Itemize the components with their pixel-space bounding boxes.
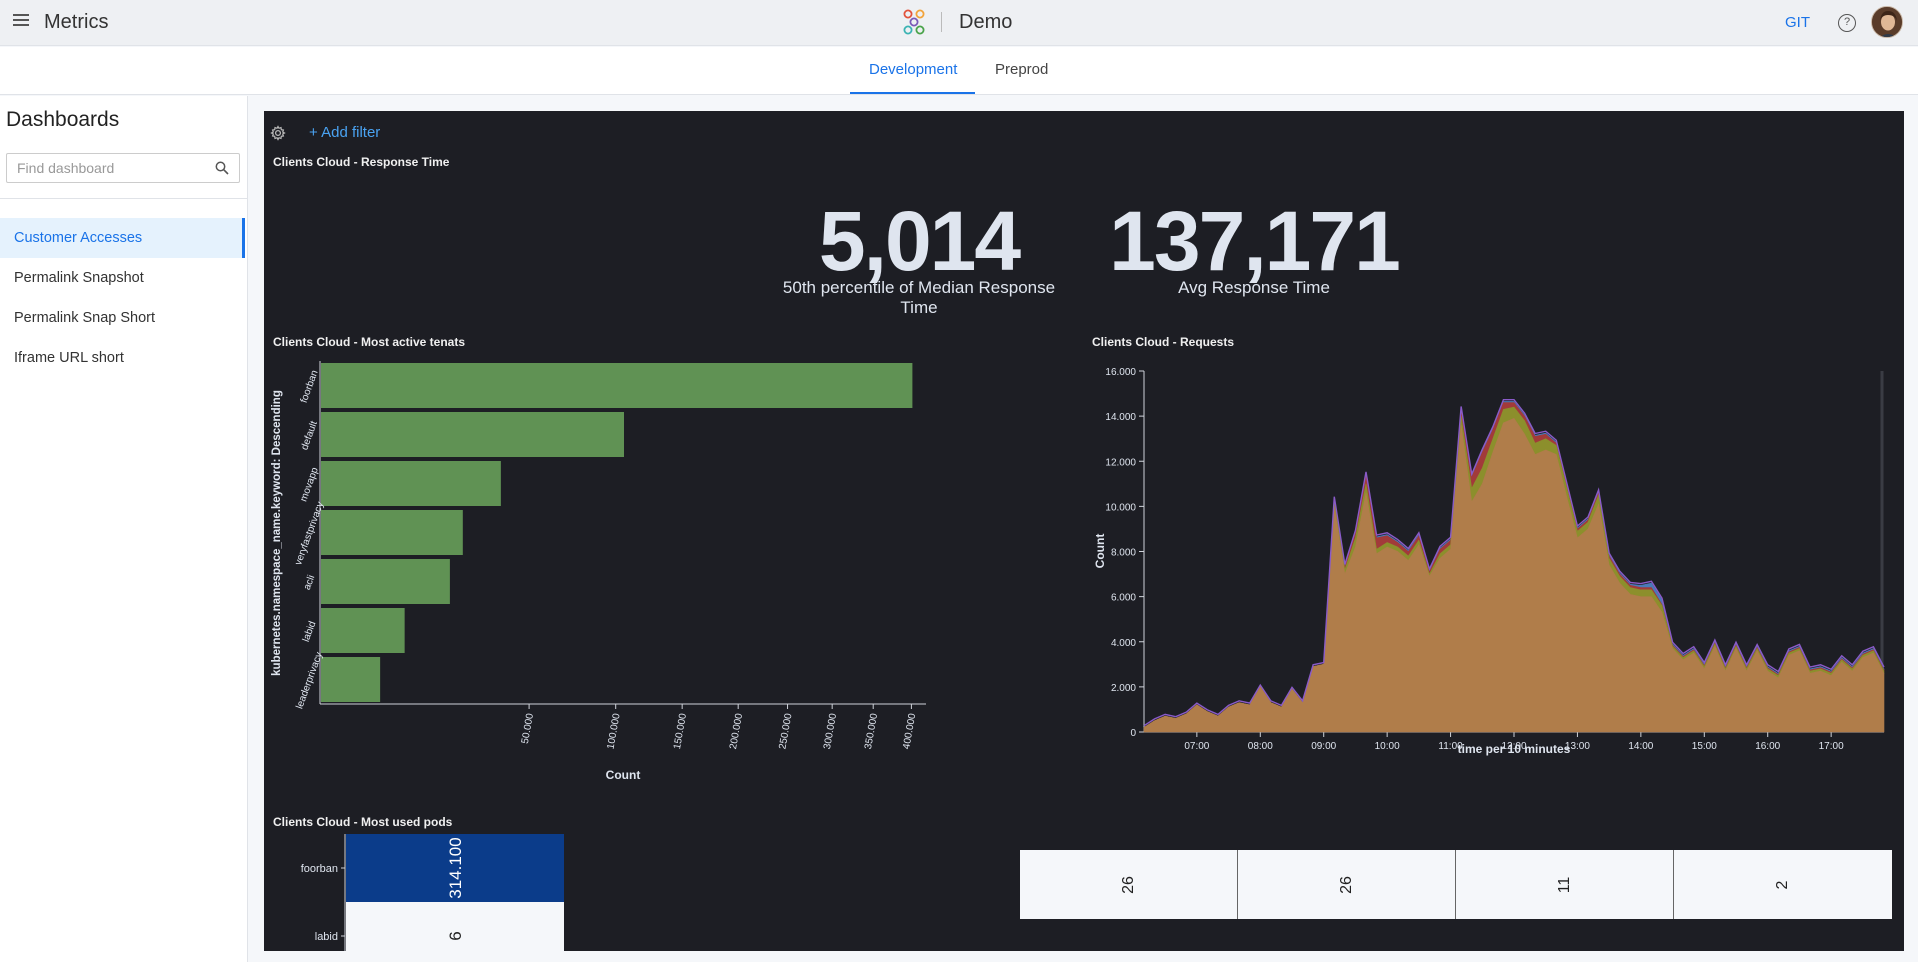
y-tick-label: 0: [1130, 728, 1136, 739]
tenant-bar: [321, 559, 450, 604]
y-tick-label: 6.000: [1111, 593, 1136, 604]
sidebar-title: Dashboards: [6, 108, 120, 131]
dashboards-sidebar: Dashboards Customer Accesses Permalink S…: [0, 96, 248, 962]
pods-table-cell: 2: [1674, 850, 1892, 919]
requests-title: Clients Cloud - Requests: [1092, 335, 1235, 349]
gear-icon[interactable]: [270, 125, 286, 141]
median-response-label: 50th percentile of Median Response Time: [782, 278, 1056, 317]
x-tick-label: 150.000: [672, 712, 689, 750]
x-tick-label: 10:00: [1375, 741, 1400, 752]
app-title[interactable]: Metrics: [44, 11, 108, 34]
app-logo-icon: [903, 9, 925, 35]
title-separator: [941, 12, 942, 32]
x-tick-label: 100.000: [606, 712, 623, 750]
y-tick-label: 10.000: [1105, 502, 1136, 513]
tab-preprod[interactable]: Preprod: [995, 61, 1048, 78]
sidebar-item-iframe-url-short[interactable]: Iframe URL short: [0, 338, 245, 378]
dashboard-search-input[interactable]: [7, 154, 207, 182]
sidebar-item-permalink-snapshot[interactable]: Permalink Snapshot: [0, 258, 245, 298]
y-tick-label: movapp: [298, 466, 321, 504]
top-header: Metrics Demo GIT ?: [0, 0, 1918, 46]
pods-title: Clients Cloud - Most used pods: [273, 815, 453, 829]
x-tick-label: 16:00: [1755, 741, 1780, 752]
avg-response-value: 137,171: [1109, 194, 1401, 288]
x-tick-label: 250.000: [777, 712, 794, 750]
dashboard-search: [6, 153, 240, 183]
git-link[interactable]: GIT: [1785, 14, 1810, 31]
y-tick-label: foorban: [299, 369, 321, 405]
pods-table-value: 2: [1774, 880, 1791, 889]
tenant-bar: [321, 510, 463, 555]
tenant-bar: [321, 412, 624, 457]
add-filter-button[interactable]: + Add filter: [309, 124, 380, 141]
x-axis-label: time per 10 minutes: [1458, 742, 1571, 756]
pods-table-cell: 26: [1238, 850, 1456, 919]
environment-tabs: Development Preprod: [0, 47, 1918, 95]
search-icon[interactable]: [215, 161, 229, 175]
requests-area-chart: 0 2.000 4.000 6.000 8.000 10.000 12.000 14.000 1…: [1093, 367, 1885, 756]
tenant-bar: [321, 657, 381, 702]
avatar-image: [1872, 7, 1902, 37]
sidebar-item-customer-accesses[interactable]: Customer Accesses: [0, 218, 245, 258]
dashboard-canvas: + Add filter Clients Cloud - Response Ti…: [264, 111, 1904, 951]
active-tab-indicator: [850, 92, 975, 94]
x-axis-label: Count: [606, 768, 641, 782]
x-tick-label: 200.000: [728, 712, 745, 750]
y-tick-label: 16.000: [1105, 367, 1136, 378]
tenants-title: Clients Cloud - Most active tenats: [273, 335, 466, 349]
y-axis-label: Count: [1093, 534, 1107, 569]
tenant-bar: [321, 608, 405, 653]
x-tick-label: 07:00: [1184, 741, 1209, 752]
y-tick-label: 12.000: [1105, 457, 1136, 468]
x-tick-label: 14:00: [1628, 741, 1653, 752]
x-tick-label: 17:00: [1819, 741, 1844, 752]
pods-table-cell: 11: [1456, 850, 1674, 919]
tenant-bar: [321, 461, 501, 506]
x-tick-label: 15:00: [1692, 741, 1717, 752]
help-icon[interactable]: ?: [1838, 14, 1856, 32]
heatmap-cell: [346, 902, 564, 951]
x-tick-label: 300.000: [822, 712, 839, 750]
heatmap-value: 6: [446, 931, 465, 940]
pods-heatmap: foorban 314.100 labid 6: [301, 834, 564, 951]
heatmap-value: 314.100: [446, 837, 465, 898]
area-series: [1143, 418, 1885, 733]
y-tick-label: 2.000: [1111, 683, 1136, 694]
response-time-title: Clients Cloud - Response Time: [273, 155, 450, 169]
y-tick-label: labid: [301, 620, 319, 644]
pods-table-cell: 26: [1020, 850, 1238, 919]
y-tick-label: labid: [315, 931, 338, 943]
x-tick-label: 08:00: [1248, 741, 1273, 752]
y-tick-label: foorban: [301, 863, 338, 875]
pods-table-value: 26: [1119, 875, 1137, 894]
user-avatar[interactable]: [1871, 6, 1903, 38]
y-tick-label: default: [299, 419, 320, 451]
x-tick-label: 09:00: [1311, 741, 1336, 752]
hamburger-icon[interactable]: [13, 14, 29, 30]
y-tick-label: 4.000: [1111, 638, 1136, 649]
x-tick-label: 400.000: [901, 712, 918, 750]
workspace-title: Demo: [959, 11, 1013, 33]
tab-development[interactable]: Development: [869, 61, 957, 78]
pods-table-value: 11: [1555, 876, 1573, 893]
x-tick-label: 350.000: [863, 712, 880, 750]
avg-response-label: Avg Response Time: [1178, 278, 1330, 297]
y-axis-label: kubernetes.namespace_name.keyword: Desce…: [271, 390, 283, 676]
sidebar-divider: [0, 198, 248, 199]
y-tick-label: acli: [302, 574, 317, 592]
y-tick-label: 8.000: [1111, 548, 1136, 559]
pods-table-value: 26: [1337, 875, 1355, 894]
y-tick-label: 14.000: [1105, 412, 1136, 423]
median-response-value: 5,014: [818, 194, 1021, 288]
tenant-bar: [321, 363, 913, 408]
sidebar-item-permalink-snap-short[interactable]: Permalink Snap Short: [0, 298, 245, 338]
x-tick-label: 50.000: [520, 712, 536, 744]
